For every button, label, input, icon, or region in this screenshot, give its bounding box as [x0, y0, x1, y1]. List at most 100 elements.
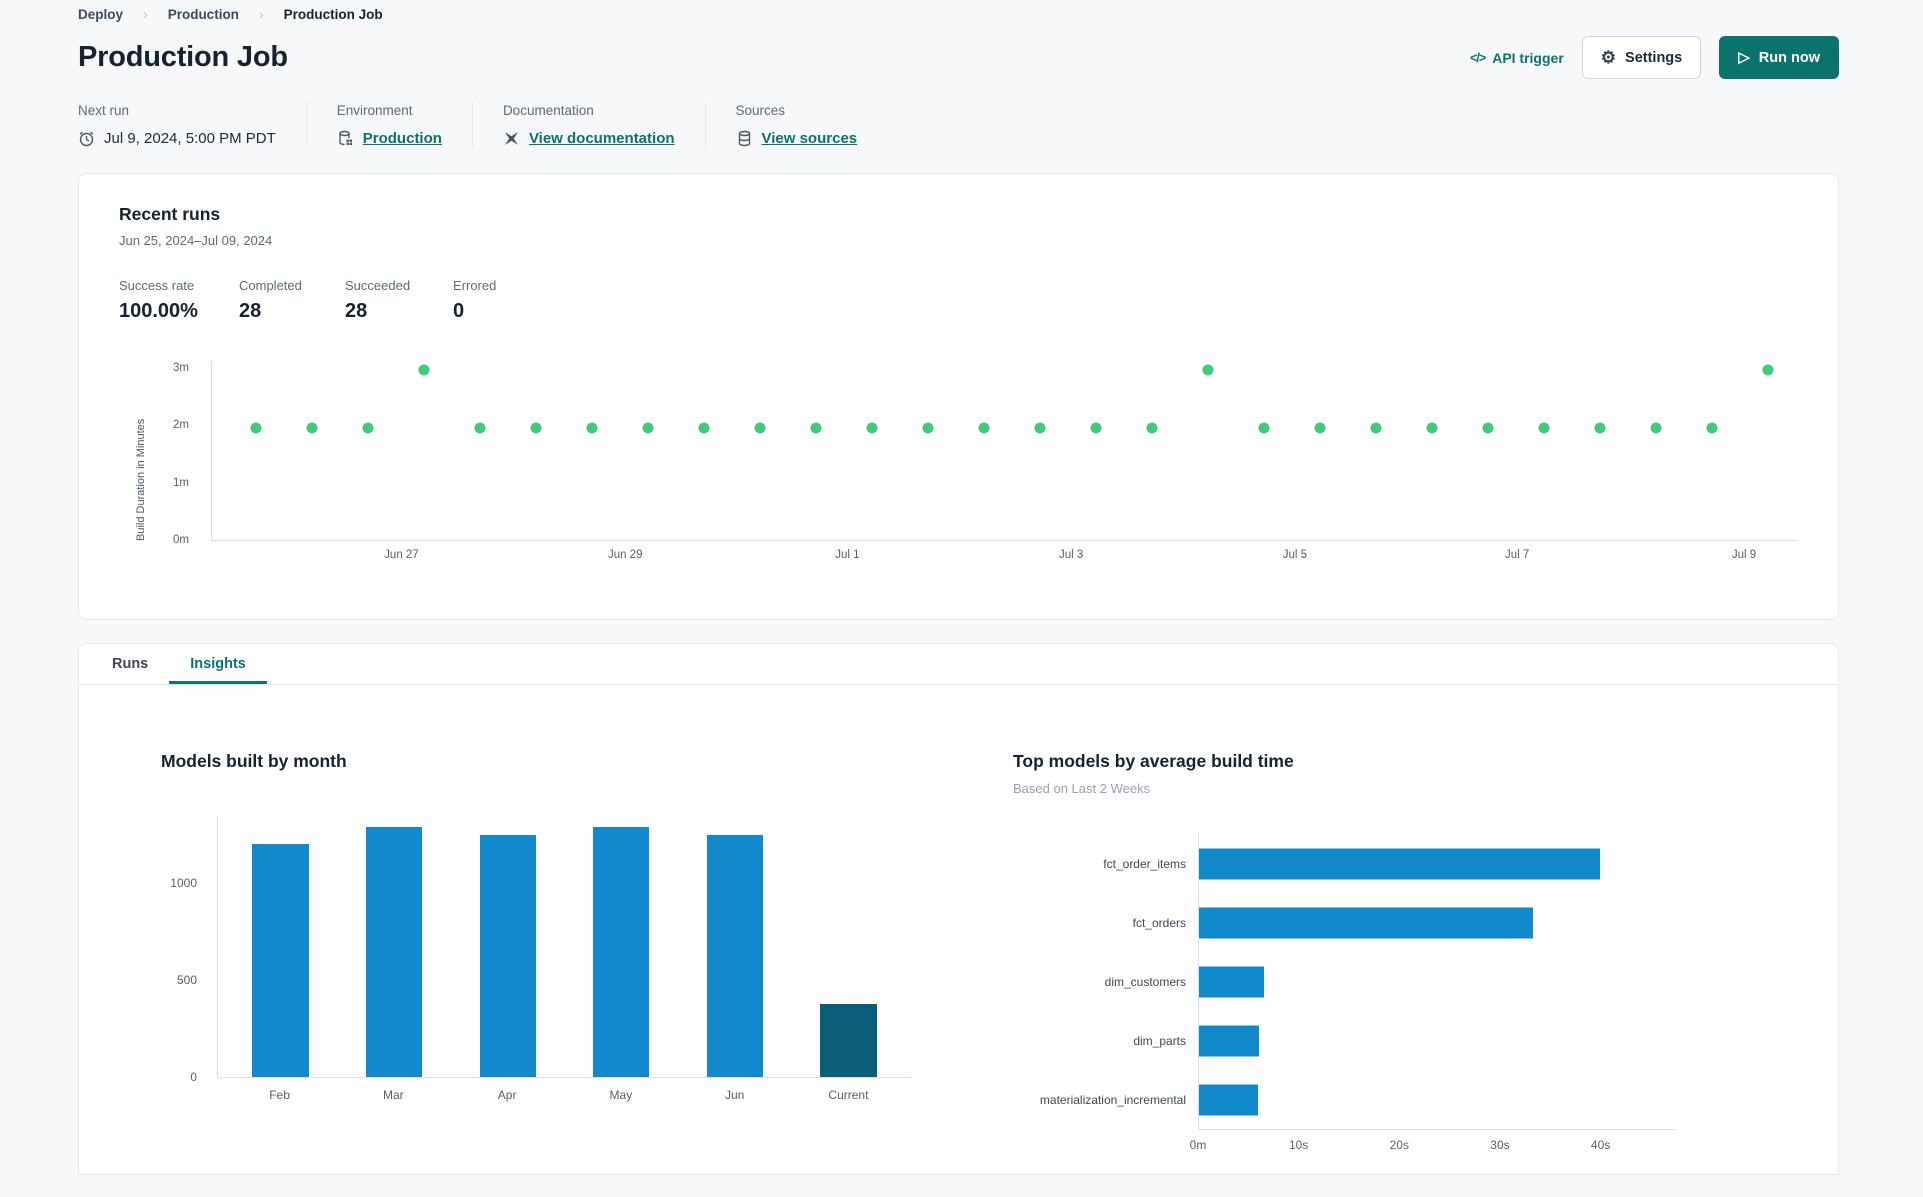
run-now-button[interactable]: ▷ Run now	[1719, 36, 1839, 79]
scatter-y-tick-label: 0m	[173, 534, 189, 546]
scatter-y-tick-label: 3m	[173, 362, 189, 375]
stat-label: Completed	[239, 278, 302, 293]
stat-value: 28	[239, 300, 262, 322]
run-dot[interactable]	[1146, 422, 1158, 434]
settings-label: Settings	[1625, 49, 1683, 66]
bar-x-tick-label: Apr	[497, 1088, 517, 1102]
hbar-rows: fct_order_items fct_orders dim_customersdi…	[1013, 834, 1838, 1129]
page-title: Production Job	[78, 41, 288, 73]
hbar-row: dim_parts	[1013, 1011, 1838, 1070]
run-dot[interactable]	[1706, 422, 1718, 434]
hbar-row: fct_order_items	[1013, 834, 1838, 893]
hbar-x-axis: 0m 10s 20s 30s 40s	[1190, 1129, 1676, 1155]
run-dot[interactable]	[530, 422, 542, 434]
hbar-row: materialization_incremental	[1013, 1070, 1838, 1129]
run-dot[interactable]	[1370, 422, 1382, 434]
hbar-x-tick-label: 30s	[1490, 1138, 1510, 1152]
run-dot[interactable]	[810, 422, 822, 434]
documentation-label: Documentation	[502, 103, 594, 118]
recent-runs-date-range: Jun 25, 2024–Jul 09, 2024	[119, 233, 273, 248]
month-bar-may	[593, 827, 650, 1077]
run-dot[interactable]	[586, 422, 598, 434]
settings-button[interactable]: ⚙ Settings	[1581, 36, 1702, 79]
stat-value: 28	[345, 300, 368, 322]
bar-x-tick-label: Mar	[383, 1088, 404, 1102]
next-run-column: Next run Jul 9, 2024, 5:00 PM PDT	[78, 103, 306, 147]
runs-insights-card: Runs Insights Models built by month 0 500…	[78, 643, 1839, 1175]
build-time-bar-materialization_incremental	[1199, 1084, 1259, 1115]
database-icon	[736, 130, 753, 147]
run-dot[interactable]	[1258, 422, 1270, 434]
bar-chart-y-ticks: 0 500 1000	[161, 816, 209, 1084]
chevron-right-icon: ›	[143, 6, 148, 22]
build-duration-chart: Build Duration in Minutes 3m 2m 1m 0m Jun 2…	[119, 357, 1798, 573]
play-icon: ▷	[1738, 49, 1750, 66]
chevron-right-icon: ›	[258, 6, 264, 22]
hbar-x-tick-label: 40s	[1590, 1138, 1611, 1152]
recent-runs-card: Recent runs Jun 25, 2024–Jul 09, 2024 Su…	[78, 173, 1839, 620]
hbar-track	[1198, 952, 1661, 1011]
run-dot[interactable]	[1426, 422, 1438, 434]
documentation-column: Documentation View documentation	[471, 103, 705, 147]
run-dot[interactable]	[1762, 364, 1774, 376]
breadcrumb-deploy[interactable]: Deploy	[78, 7, 123, 22]
run-dot[interactable]	[642, 422, 654, 434]
run-dot[interactable]	[754, 422, 766, 434]
top-models-subtitle: Based on Last 2 Weeks	[1013, 781, 1151, 796]
bar-y-tick-label: 1000	[170, 875, 197, 890]
run-dot[interactable]	[1538, 422, 1550, 434]
model-name-label: dim_parts	[1133, 1033, 1186, 1048]
view-sources-link[interactable]: View sources	[762, 130, 858, 147]
stat-value: 100.00%	[119, 300, 198, 322]
stat-value: 0	[453, 300, 465, 322]
environment-column: Environment Production	[305, 103, 472, 147]
scatter-y-axis-label: Build Duration in Minutes	[135, 418, 147, 541]
scatter-y-tick-label: 2m	[173, 419, 189, 432]
hbar-track	[1198, 1070, 1661, 1129]
run-dot[interactable]	[1650, 422, 1662, 434]
scatter-plot-area	[211, 361, 1798, 541]
breadcrumb-production[interactable]: Production	[168, 7, 239, 22]
run-dot[interactable]	[1314, 422, 1326, 434]
models-built-by-month-chart: 0 500 1000 Feb Mar Apr May Jun Current	[161, 816, 1013, 1116]
run-dot[interactable]	[306, 422, 318, 434]
run-dot[interactable]	[978, 422, 990, 434]
recent-runs-title: Recent runs	[119, 204, 221, 224]
hbar-x-tick-label: 0m	[1189, 1138, 1207, 1152]
run-dot[interactable]	[1482, 422, 1494, 434]
scatter-x-tick-label: Jun 29	[607, 549, 643, 561]
tab-insights[interactable]: Insights	[169, 644, 267, 684]
stat-label: Success rate	[119, 278, 195, 293]
run-dot[interactable]	[362, 422, 374, 434]
month-bar-jun	[706, 835, 763, 1077]
run-dot[interactable]	[922, 422, 934, 434]
run-dot[interactable]	[250, 422, 262, 434]
top-models-section: Top models by average build time Based o…	[1013, 751, 1838, 1155]
model-name-label: materialization_incremental	[1039, 1092, 1186, 1107]
tab-bar: Runs Insights	[79, 644, 1838, 685]
stat-success-rate: Success rate 100.00%	[119, 278, 239, 323]
run-dot[interactable]	[1202, 364, 1214, 376]
run-dot[interactable]	[474, 422, 486, 434]
hbar-row: fct_orders	[1013, 893, 1838, 952]
run-dot[interactable]	[698, 422, 710, 434]
api-trigger-link[interactable]: </> API trigger	[1470, 50, 1564, 66]
run-dot[interactable]	[866, 422, 878, 434]
run-dot[interactable]	[1034, 422, 1046, 434]
hbar-track	[1198, 834, 1661, 893]
tab-runs[interactable]: Runs	[91, 644, 169, 684]
build-time-bar-fct_order_items	[1199, 848, 1600, 879]
job-info-row: Next run Jul 9, 2024, 5:00 PM PDT Enviro…	[78, 103, 1839, 147]
view-documentation-link[interactable]: View documentation	[529, 130, 675, 147]
run-dot[interactable]	[418, 364, 430, 376]
run-dot[interactable]	[1090, 422, 1102, 434]
bar-chart-x-ticks: Feb Mar Apr May Jun Current	[217, 1088, 911, 1108]
bar-y-tick-label: 500	[176, 972, 197, 987]
run-dot[interactable]	[1594, 422, 1606, 434]
environment-link[interactable]: Production	[363, 130, 442, 147]
model-name-label: dim_customers	[1104, 974, 1186, 989]
hbar-row: dim_customers	[1013, 952, 1838, 1011]
build-time-bar-dim_customers	[1199, 966, 1265, 997]
insights-panel: Models built by month 0 500 1000 Feb Mar Apr…	[79, 685, 1838, 1155]
dbt-docs-icon	[503, 130, 520, 147]
